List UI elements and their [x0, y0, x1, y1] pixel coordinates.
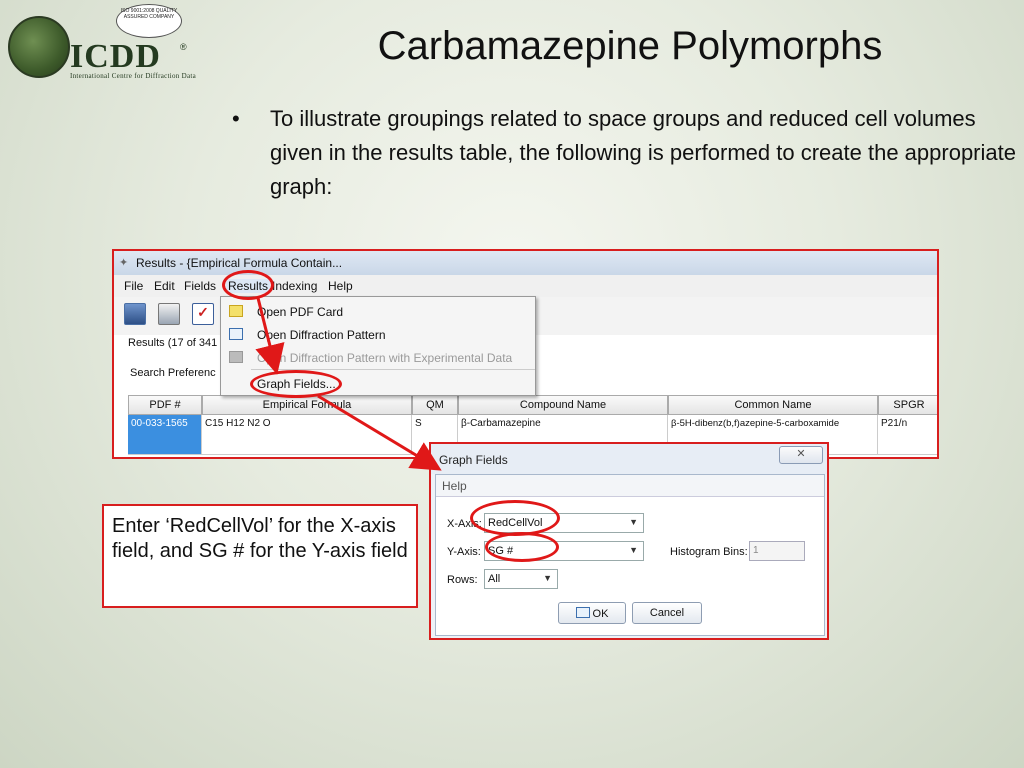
arrow-results-to-graph-fields [255, 297, 285, 375]
annotation-arrows [255, 297, 442, 471]
arrow-graph-fields-to-dialog [317, 394, 442, 471]
